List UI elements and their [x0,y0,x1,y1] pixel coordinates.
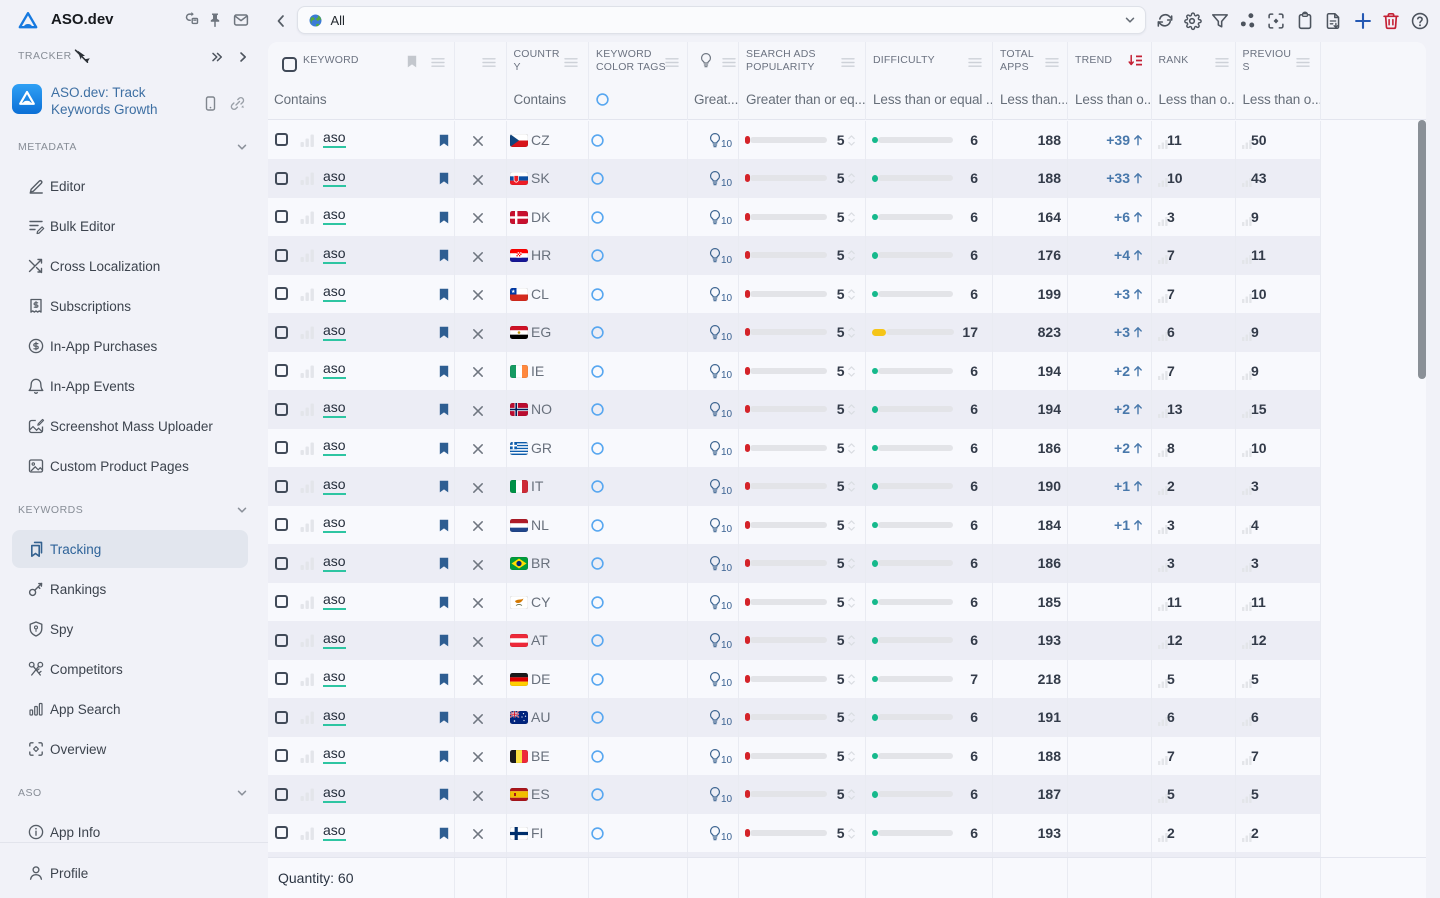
svg-text:★: ★ [511,288,516,294]
